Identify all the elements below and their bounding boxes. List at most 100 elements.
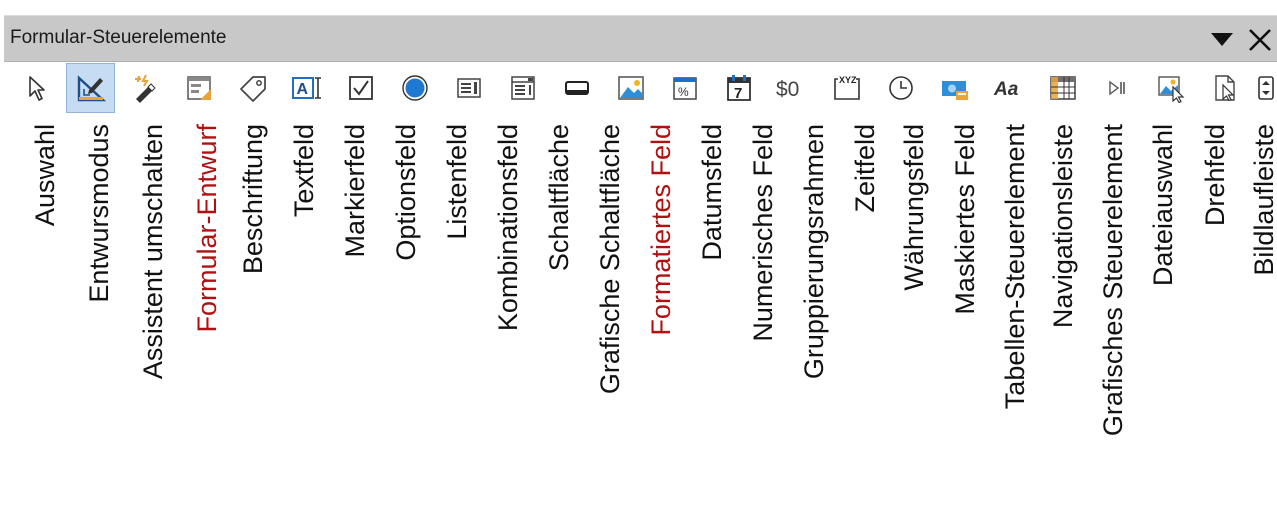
label-schaltflaeche: Schaltfläche: [534, 122, 584, 510]
label-auswahl: Auswahl: [20, 122, 70, 510]
navigation-bar-icon: [1108, 80, 1125, 96]
image-button-label: Grafische Schaltfläche: [595, 124, 625, 395]
formatted-field-label: Formatiertes Feld: [646, 124, 676, 336]
image-button-icon: [617, 76, 644, 100]
numeric-field-icon: $0: [776, 78, 799, 101]
label-tag-icon: [239, 76, 266, 102]
spin-button-button[interactable]: [1254, 63, 1277, 113]
radio-button-icon: [401, 75, 428, 101]
label-grafisches-steuerelement: Grafisches Steuerelement: [1088, 122, 1138, 510]
time-field-icon: [888, 76, 913, 100]
label-kombinationsfeld: Kombinationsfeld: [483, 122, 533, 510]
label-field-label: Beschriftung: [238, 124, 268, 275]
numeric-field-button[interactable]: $0: [768, 63, 817, 113]
numeric-field-label: Numerisches Feld: [748, 124, 778, 342]
label-gruppierungsrahmen: Gruppierungsrahmen: [789, 122, 839, 510]
label-entwursmodus: Entwursmodus: [74, 122, 124, 510]
combo-box-button[interactable]: [498, 63, 547, 113]
pattern-field-label: Maskiertes Feld: [950, 124, 980, 315]
list-box-icon: [456, 78, 481, 98]
scrollbar-label: Bildlaufleiste: [1249, 124, 1277, 276]
navigation-bar-button[interactable]: [1092, 63, 1141, 113]
label-datumsfeld: Datumsfeld: [687, 122, 737, 510]
spin-button-label: Drehfeld: [1200, 124, 1230, 227]
form-controls-toolbar: A % 7 $0 XYZ Aa: [4, 62, 1277, 122]
list-box-button[interactable]: [444, 63, 493, 113]
label-maskiertes-feld: Maskiertes Feld: [940, 122, 990, 510]
label-optionsfeld: Optionsfeld: [381, 122, 431, 510]
pattern-field-button[interactable]: Aa: [984, 63, 1033, 113]
image-control-label: Grafisches Steuerelement: [1098, 124, 1128, 437]
form-design-button[interactable]: [174, 63, 223, 113]
dropdown-triangle-icon[interactable]: [1209, 29, 1235, 49]
push-button-label: Schaltfläche: [544, 124, 574, 272]
time-field-button[interactable]: [876, 63, 925, 113]
option-button[interactable]: [390, 63, 439, 113]
label-waehrungsfeld: Währungsfeld: [889, 122, 939, 510]
label-navigationsleiste: Navigationsleiste: [1038, 122, 1088, 510]
time-field-label: Zeitfeld: [850, 124, 880, 213]
group-box-label: Gruppierungsrahmen: [799, 124, 829, 380]
check-box-button[interactable]: [336, 63, 385, 113]
panel-title: Formular-Steuerelemente: [10, 27, 227, 48]
formatted-field-button[interactable]: %: [660, 63, 709, 113]
combo-box-label: Kombinationsfeld: [493, 124, 523, 332]
selection-label: Auswahl: [30, 124, 60, 227]
label-listenfeld: Listenfeld: [432, 122, 482, 510]
image-control-icon: [1157, 76, 1184, 103]
close-icon[interactable]: [1245, 25, 1275, 55]
list-box-label: Listenfeld: [442, 124, 472, 240]
label-textfeld: Textfeld: [279, 122, 329, 510]
table-control-icon: [1049, 76, 1076, 100]
svg-text:$0: $0: [776, 78, 799, 101]
combo-box-icon: [510, 76, 535, 100]
table-control-button[interactable]: [1038, 63, 1087, 113]
label-field-button[interactable]: [228, 63, 277, 113]
table-control-label: Tabellen-Steuerelement: [1000, 124, 1030, 410]
label-drehfeld: Drehfeld: [1190, 122, 1240, 510]
text-box-button[interactable]: A: [282, 63, 331, 113]
image-button-button[interactable]: [606, 63, 655, 113]
label-grafische-schaltflaeche: Grafische Schaltfläche: [585, 122, 635, 510]
label-zeitfeld: Zeitfeld: [840, 122, 890, 510]
group-box-button[interactable]: XYZ: [822, 63, 871, 113]
currency-field-button[interactable]: [930, 63, 979, 113]
wizard-toggle-button[interactable]: [120, 63, 169, 113]
label-assistent: Assistent umschalten: [128, 122, 178, 510]
panel-titlebar: Formular-Steuerelemente: [4, 15, 1277, 62]
date-field-button[interactable]: 7: [714, 63, 763, 113]
design-mode-button[interactable]: [66, 63, 115, 113]
date-field-icon: 7: [726, 75, 751, 102]
label-numerisches-feld: Numerisches Feld: [738, 122, 788, 510]
spin-button-icon: [1257, 76, 1274, 100]
file-selection-button[interactable]: [1200, 63, 1249, 113]
option-button-label: Optionsfeld: [391, 124, 421, 261]
file-selection-label: Dateiauswahl: [1148, 124, 1178, 287]
currency-field-icon: [941, 81, 968, 100]
label-tabellen-steuerelement: Tabellen-Steuerelement: [990, 122, 1040, 510]
design-mode-label: Entwursmodus: [84, 124, 114, 303]
text-box-label: Textfeld: [289, 124, 319, 218]
image-control-button[interactable]: [1146, 63, 1195, 113]
push-button-button[interactable]: [552, 63, 601, 113]
currency-field-label: Währungsfeld: [899, 124, 929, 291]
cursor-arrow-icon: [28, 76, 45, 101]
group-box-icon: XYZ: [833, 75, 860, 100]
svg-text:XYZ: XYZ: [839, 75, 857, 85]
label-formular-entwurf: Formular-Entwurf: [182, 122, 232, 510]
wizard-toggle-label: Assistent umschalten: [138, 124, 168, 380]
check-box-label: Markierfeld: [340, 124, 370, 258]
text-box-icon: A: [291, 77, 321, 99]
form-design-icon: [186, 76, 211, 100]
date-field-label: Datumsfeld: [697, 124, 727, 261]
svg-text:A: A: [296, 81, 308, 98]
label-beschriftung: Beschriftung: [228, 122, 278, 510]
svg-text:%: %: [678, 85, 689, 99]
wizard-wand-icon: [134, 74, 156, 103]
form-design-label: Formular-Entwurf: [192, 124, 222, 333]
svg-text:Aa: Aa: [993, 79, 1019, 100]
label-formatiertes-feld: Formatiertes Feld: [636, 122, 686, 510]
push-button-icon: [564, 81, 589, 95]
selection-button[interactable]: [12, 63, 61, 113]
pattern-field-icon: Aa: [993, 79, 1019, 100]
